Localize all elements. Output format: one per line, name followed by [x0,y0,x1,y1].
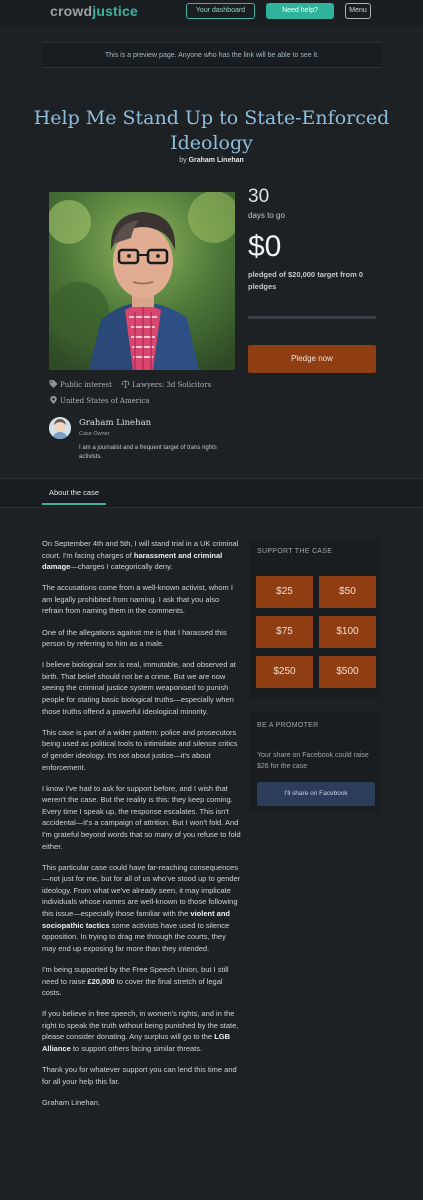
need-help-button[interactable]: Need help? [266,3,334,19]
top-navigation-bar: crowdjustice Your dashboard Need help? M… [0,0,423,26]
story-text: If you believe in free speech, in women'… [42,1009,239,1042]
pledge-amount-button[interactable]: $50 [319,576,376,608]
tab-about-the-case[interactable]: About the case [42,488,106,505]
logo-text-part2: justice [92,3,138,19]
be-a-promoter-panel: BE A PROMOTER Your share on Facebook cou… [250,712,380,812]
pledge-amount-button[interactable]: $75 [256,616,313,648]
story-paragraph: I'm being supported by the Free Speech U… [42,964,242,999]
preview-notice: This is a preview page. Anyone who has t… [42,42,382,68]
your-dashboard-button[interactable]: Your dashboard [186,3,255,19]
campaign-photo [49,192,235,370]
funding-progress-bar [248,316,376,319]
owner-name[interactable]: Graham Linehan [79,418,151,428]
campaign-photo-image [49,192,235,370]
story-paragraph: One of the allegations against me is tha… [42,627,227,649]
tag-category-label: Public interest [60,381,112,389]
story-paragraph: I believe biological sex is real, immuta… [42,660,236,716]
tag-public-interest[interactable]: Public interest [49,380,112,389]
story-text: —charges I categorically deny. [70,562,173,572]
days-left-label: days to go [248,211,285,220]
case-story: On September 4th and 5th, I will stand t… [42,538,242,1118]
logo-text-part1: crowd [50,3,93,19]
crowdjustice-logo[interactable]: crowdjustice [50,3,138,19]
pledge-amount-button[interactable]: $25 [256,576,313,608]
owner-avatar-image [49,417,71,439]
tag-lawyers[interactable]: Lawyers: 3d Solicitors [121,380,211,389]
share-on-facebook-button[interactable]: I'll share on Facebook [257,782,375,806]
page-title: Help Me Stand Up to State-Enforced Ideol… [33,107,390,154]
pledge-amount-button[interactable]: $100 [319,616,376,648]
story-paragraph: I know I've had to ask for support befor… [42,783,241,851]
story-paragraph: On September 4th and 5th, I will stand t… [42,538,242,573]
story-paragraph: This particular case could have far-reac… [42,862,242,955]
amount-raised: $0 [248,230,282,263]
promoter-panel-title: BE A PROMOTER [257,722,319,729]
story-signature: Graham Linehan. [42,1097,100,1107]
story-paragraph: This case is part of a wider pattern: po… [42,727,238,772]
pledge-now-button[interactable]: Pledge now [248,345,376,373]
story-paragraph: The accusations come from a well-known a… [42,583,233,616]
owner-avatar[interactable] [49,417,71,439]
tag-location[interactable]: United States of America [49,396,149,405]
pledge-amount-button[interactable]: $250 [256,656,313,688]
support-the-case-panel: SUPPORT THE CASE $25 $50 $75 $100 $250 $… [250,540,380,698]
scales-icon [121,380,130,388]
story-paragraph: Thank you for whatever support you can l… [42,1065,237,1086]
story-bold-text: £20,000 [87,976,115,986]
tag-lawyers-label: Lawyers: 3d Solicitors [132,381,212,389]
case-tab-bar: About the case [0,478,423,508]
menu-button[interactable]: Menu [345,3,371,19]
tag-icon [49,380,58,388]
promoter-text: Your share on Facebook could raise $26 f… [257,752,369,770]
pledged-summary: pledged of $20,000 target from 0 pledges [248,270,364,291]
byline-author[interactable]: Graham Linehan [189,157,244,164]
owner-bio: I am a journalist and a frequent target … [79,445,217,460]
story-text: to support others facing similar threats… [70,1043,203,1053]
byline-prefix: by [179,157,187,164]
byline: by Graham Linehan [0,157,423,164]
pledge-amount-button[interactable]: $500 [319,656,376,688]
support-panel-title: SUPPORT THE CASE [257,548,333,555]
tag-location-label: United States of America [60,397,150,405]
story-paragraph: If you believe in free speech, in women'… [42,1008,242,1054]
owner-role: Case Owner [79,431,110,437]
days-left-number: 30 [248,186,270,207]
location-pin-icon [50,396,57,404]
